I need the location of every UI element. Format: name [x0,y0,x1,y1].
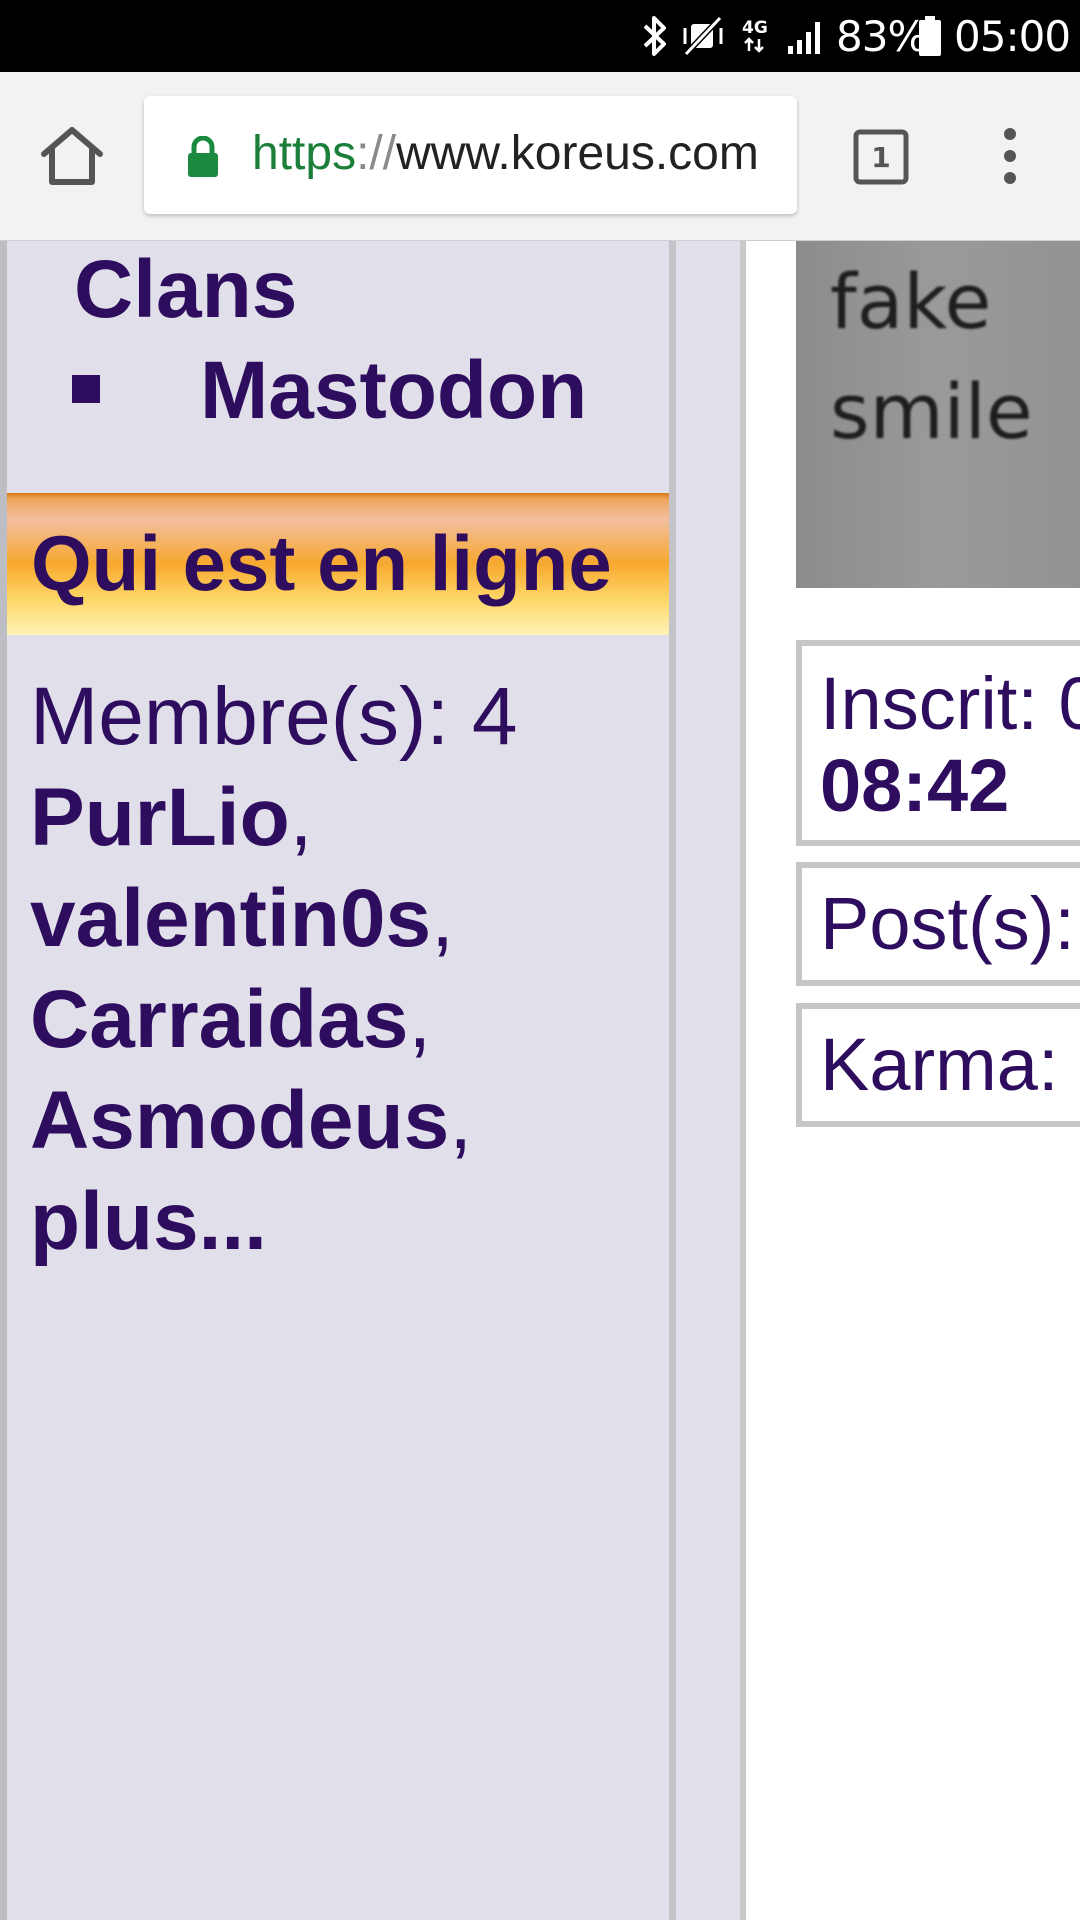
posts-label: Post(s): [820,882,1075,965]
inscrit-label: Inscrit: 0 [820,662,1080,745]
url-text: https://www.koreus.com [252,126,759,182]
network-type: 4G [742,0,768,72]
tab-count: 1 [871,140,891,174]
sidebar-border [669,241,676,1920]
url-separator: :// [356,127,397,180]
url-scheme: https [252,127,357,180]
vibrate-mute-icon [682,0,724,72]
member-link[interactable]: Carraidas [30,974,408,1065]
online-section-title: Qui est en ligne [31,519,612,607]
status-bar: 4G 83% 05:00 [0,0,1080,72]
bluetooth-icon [640,0,670,72]
network-label: 4G [742,18,768,38]
clock: 05:00 [954,11,1071,61]
member-link[interactable]: valentin0s [30,873,431,964]
karma-label: Karma: 1 [820,1023,1080,1106]
data-arrows-icon [744,37,764,53]
browser-toolbar: https://www.koreus.com 1 [0,72,1080,241]
overflow-menu-button[interactable] [990,120,1030,192]
more-vert-icon [1004,128,1016,184]
battery-icon [918,0,942,72]
karma-info: Karma: 1 [796,1003,1080,1127]
url-host: www.koreus.com [396,127,759,180]
member-link[interactable]: PurLio [30,772,290,863]
sidebar-edge [0,241,7,1920]
member-link[interactable]: Asmodeus [30,1075,449,1166]
online-members: Membre(s): 4 PurLio, valentin0s, Carraid… [30,666,660,1272]
user-avatar-image[interactable]: fake smile [796,241,1080,588]
battery-percent: 83% [836,11,927,61]
inscrit-time: 08:42 [820,744,1010,827]
address-bar[interactable]: https://www.koreus.com [144,96,797,214]
avatar-caption: fake smile [830,257,1033,456]
lock-icon [186,135,220,183]
main-column-border [740,241,746,1920]
tab-switcher-button[interactable]: 1 [852,128,910,186]
registration-info: Inscrit: 0 08:42 [796,640,1080,846]
column-gap [676,241,740,1920]
online-section-header: Qui est en ligne [7,493,669,635]
signal-icon [786,0,826,72]
sidebar-link-mastodon[interactable]: Mastodon [200,339,587,443]
members-count: Membre(s): 4 [30,671,518,762]
home-button[interactable] [38,124,106,188]
more-members-link[interactable]: plus... [30,1176,267,1267]
sidebar-link-clans[interactable]: Clans [74,241,297,339]
posts-info: Post(s): [796,862,1080,986]
home-icon [41,127,103,185]
sidebar: Clans Mastodon Qui est en ligne Membre(s… [0,241,676,1920]
list-bullet [72,375,100,403]
